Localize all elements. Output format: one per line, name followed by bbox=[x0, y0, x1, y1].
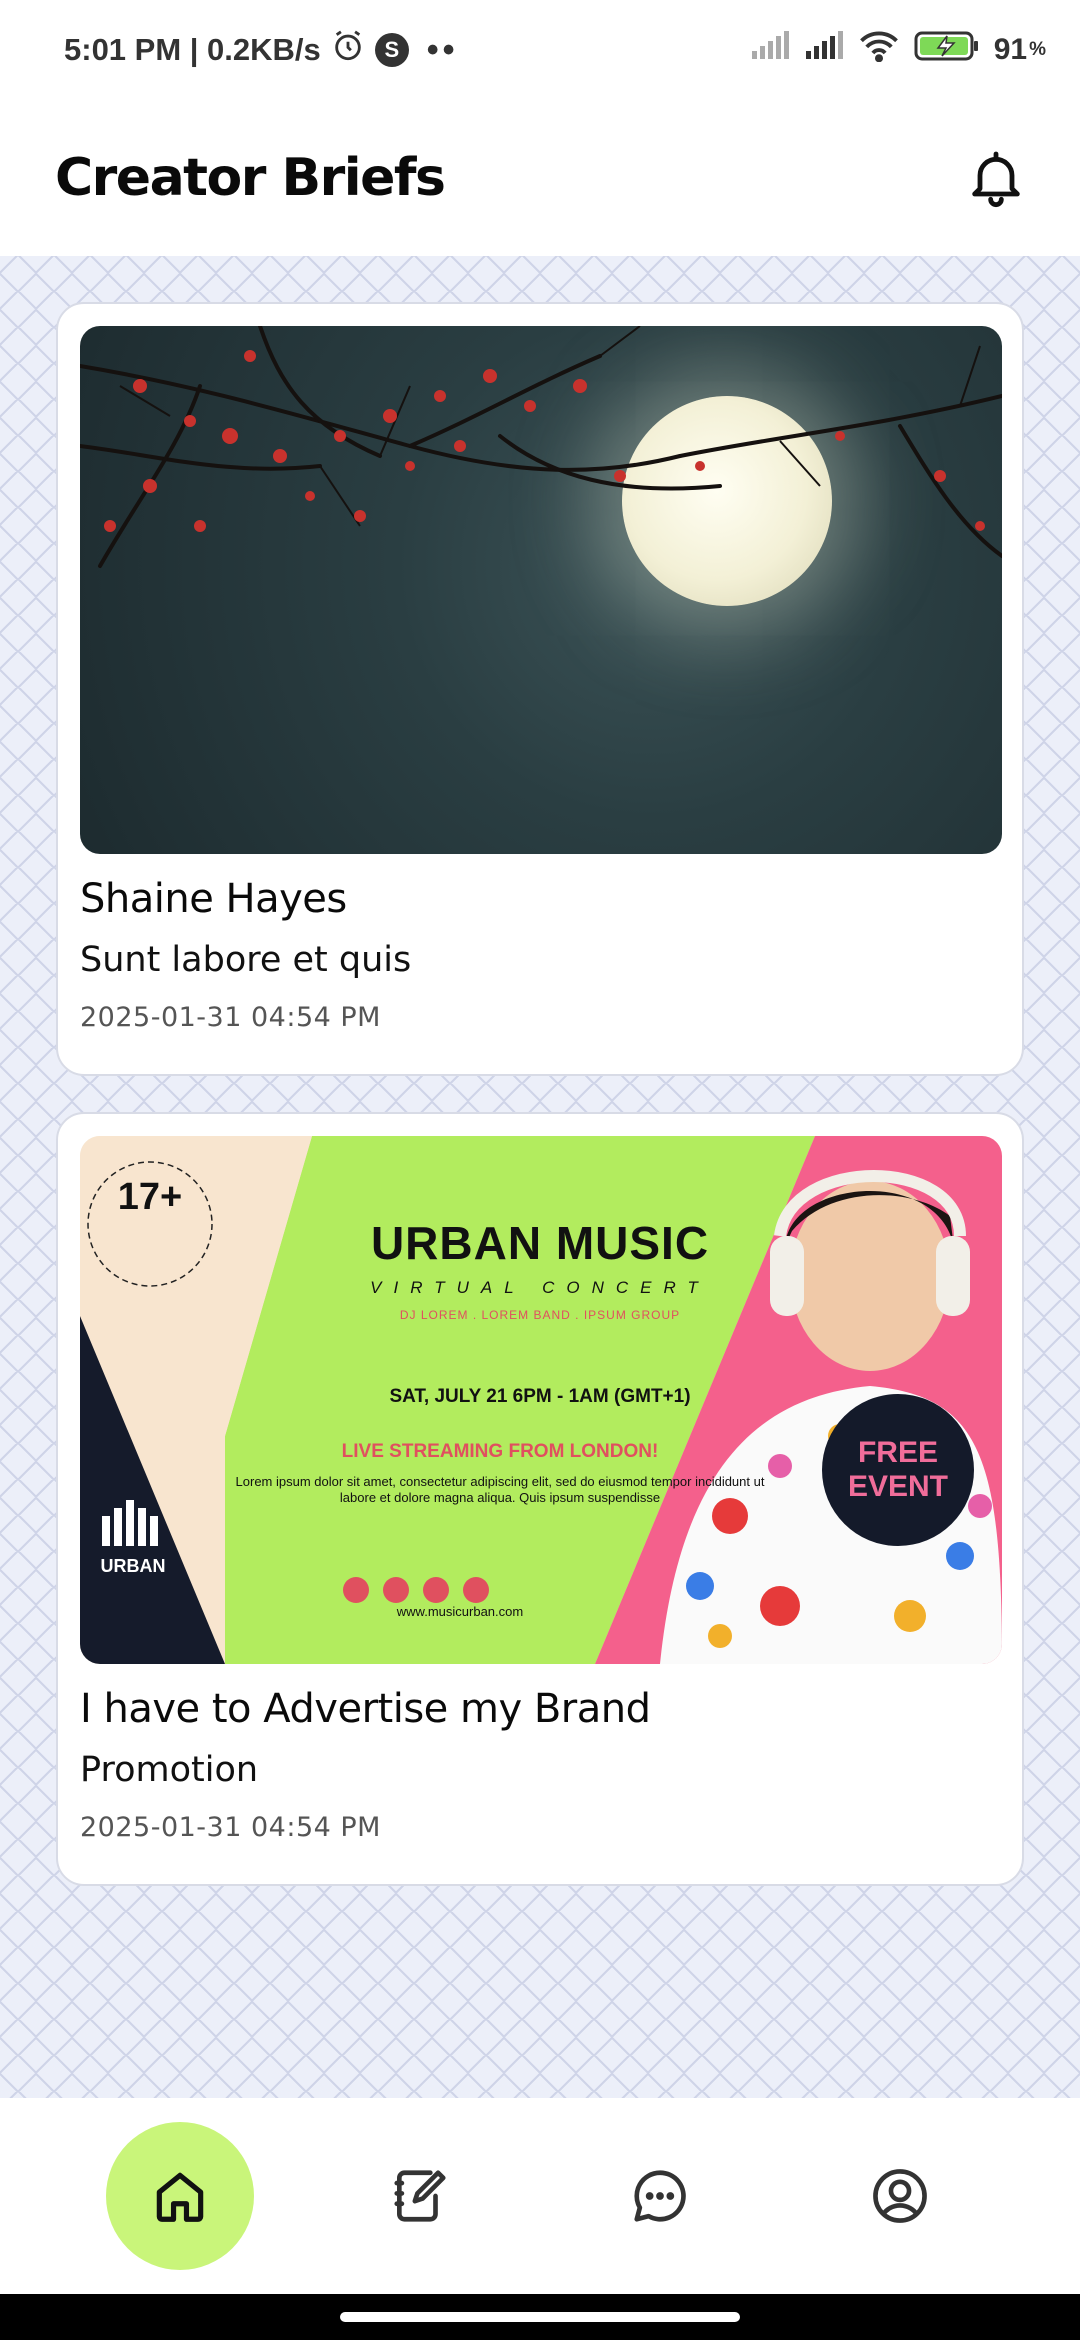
poster-logo: URBAN bbox=[100, 1556, 166, 1576]
tree-branches bbox=[80, 326, 1002, 568]
home-gesture-handle[interactable] bbox=[340, 2312, 740, 2322]
age-label: 17+ bbox=[117, 1176, 183, 1218]
poster-live: LIVE STREAMING FROM LONDON! bbox=[341, 1441, 659, 1462]
more-notifications-icon: •• bbox=[426, 30, 459, 69]
badge-line-2: EVENT bbox=[847, 1470, 949, 1503]
status-right: 91% bbox=[750, 30, 1046, 70]
user-circle-icon bbox=[873, 2169, 927, 2223]
briefs-feed[interactable]: Shaine Hayes Sunt labore et quis 2025-01… bbox=[0, 256, 1080, 2098]
status-left: 5:01 PM | 0.2KB/s S •• bbox=[64, 29, 459, 71]
brief-image bbox=[80, 326, 1002, 854]
signal-icon bbox=[750, 31, 790, 69]
status-time: 5:01 PM | 0.2KB/s bbox=[64, 32, 321, 67]
brief-card[interactable]: Shaine Hayes Sunt labore et quis 2025-01… bbox=[56, 302, 1024, 1076]
battery-level: 91 bbox=[993, 33, 1028, 66]
brief-title: Shaine Hayes bbox=[80, 876, 347, 922]
signal-icon-2 bbox=[804, 31, 844, 69]
nav-profile[interactable] bbox=[826, 2122, 974, 2270]
gesture-bar bbox=[0, 2294, 1080, 2340]
page-title: Creator Briefs bbox=[55, 148, 446, 208]
nav-briefs[interactable] bbox=[346, 2122, 494, 2270]
poster-djs: DJ LOREM . LOREM BAND . IPSUM GROUP bbox=[399, 1308, 681, 1322]
wifi-icon bbox=[858, 30, 900, 70]
urban-music-poster: 17+ URBAN MUSIC VIRTUAL CONCERT DJ LOREM… bbox=[80, 1136, 1002, 1664]
brief-subtitle: Sunt labore et quis bbox=[80, 940, 412, 980]
nav-home[interactable] bbox=[106, 2122, 254, 2270]
status-bar: 5:01 PM | 0.2KB/s S •• 91% bbox=[0, 0, 1080, 100]
alarm-icon bbox=[331, 29, 365, 71]
brief-title: I have to Advertise my Brand bbox=[80, 1686, 651, 1732]
poster-body: Lorem ipsum dolor sit amet, consectetur … bbox=[235, 1474, 765, 1505]
brief-date: 2025-01-31 04:54 PM bbox=[80, 1812, 381, 1843]
app-badge: S bbox=[374, 33, 409, 67]
bottom-nav bbox=[0, 2098, 1080, 2294]
badge-line-1: FREE bbox=[857, 1436, 938, 1469]
brief-image: 17+ URBAN MUSIC VIRTUAL CONCERT DJ LOREM… bbox=[80, 1136, 1002, 1664]
brief-subtitle: Promotion bbox=[80, 1750, 259, 1790]
app-header: Creator Briefs bbox=[0, 100, 1080, 256]
poster-url: www.musicurban.com bbox=[396, 1604, 524, 1619]
bell-icon[interactable] bbox=[964, 146, 1028, 210]
nav-messages[interactable] bbox=[586, 2122, 734, 2270]
chat-icon bbox=[634, 2170, 686, 2222]
battery-icon bbox=[914, 30, 980, 70]
poster-headline: URBAN MUSIC bbox=[370, 1217, 710, 1269]
free-event-badge: FREE EVENT bbox=[822, 1394, 974, 1546]
moon-night-image bbox=[80, 326, 1002, 854]
battery-unit: % bbox=[1029, 39, 1046, 60]
notebook-edit-icon bbox=[394, 2170, 446, 2222]
poster-subheadline: VIRTUAL CONCERT bbox=[370, 1278, 710, 1297]
home-icon bbox=[156, 2172, 204, 2222]
poster-date: SAT, JULY 21 6PM - 1AM (GMT+1) bbox=[389, 1386, 691, 1407]
brief-card[interactable]: 17+ URBAN MUSIC VIRTUAL CONCERT DJ LOREM… bbox=[56, 1112, 1024, 1886]
brief-date: 2025-01-31 04:54 PM bbox=[80, 1002, 381, 1033]
